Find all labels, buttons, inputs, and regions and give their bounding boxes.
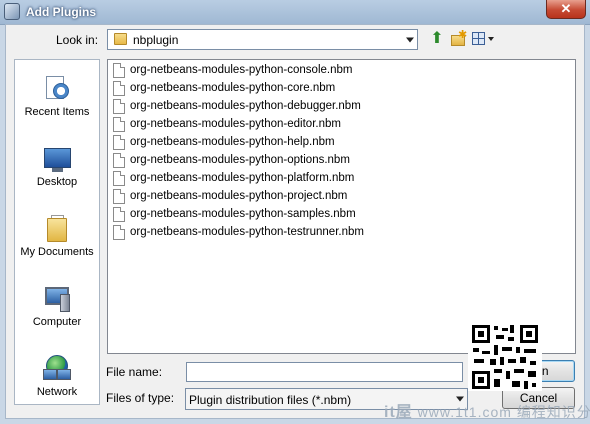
title-bar: Add Plugins ✕ [0, 0, 590, 25]
look-in-value: nbplugin [133, 33, 179, 47]
file-name: org-netbeans-modules-python-core.nbm [130, 82, 336, 94]
file-icon [113, 81, 125, 96]
folder-icon [114, 33, 127, 45]
place-label: Network [36, 386, 78, 398]
list-item[interactable]: org-netbeans-modules-python-console.nbm [111, 62, 411, 79]
file-name: org-netbeans-modules-python-project.nbm [130, 190, 348, 202]
place-my-documents[interactable]: My Documents [15, 210, 99, 270]
list-item[interactable]: org-netbeans-modules-python-samples.nbm [111, 206, 411, 223]
file-icon [113, 63, 125, 78]
desktop-icon [42, 144, 72, 174]
file-icon [113, 207, 125, 222]
file-name: org-netbeans-modules-python-help.nbm [130, 136, 335, 148]
place-label: My Documents [20, 246, 94, 258]
file-icon [113, 225, 125, 240]
list-item[interactable]: org-netbeans-modules-python-help.nbm [111, 134, 411, 151]
places-bar: Recent Items Desktop My Documents Comput… [14, 59, 100, 405]
file-name-input[interactable] [186, 362, 463, 382]
list-item[interactable]: org-netbeans-modules-python-core.nbm [111, 80, 411, 97]
list-item[interactable]: org-netbeans-modules-python-project.nbm [111, 188, 411, 205]
look-in-label: Look in: [56, 33, 99, 47]
close-button[interactable]: ✕ [546, 0, 586, 19]
list-item[interactable]: org-netbeans-modules-python-testrunner.n… [111, 224, 411, 241]
watermark: it屋 www.1t1.com 编程知识分享 [384, 398, 590, 422]
network-icon [42, 354, 72, 384]
place-network[interactable]: Network [15, 350, 99, 410]
file-icon [113, 135, 125, 150]
watermark-text: www.1t1.com [417, 404, 512, 420]
file-icon [113, 117, 125, 132]
qr-code-overlay [468, 323, 542, 391]
place-recent-items[interactable]: Recent Items [15, 70, 99, 130]
recent-items-icon [42, 74, 72, 104]
file-icon [113, 189, 125, 204]
window-title: Add Plugins [26, 5, 96, 19]
file-name-label: File name: [106, 365, 163, 379]
place-label: Recent Items [24, 106, 90, 118]
new-folder-icon[interactable]: ✱ [450, 29, 467, 47]
file-name: org-netbeans-modules-python-debugger.nbm [130, 100, 361, 112]
files-of-type-value: Plugin distribution files (*.nbm) [189, 393, 352, 407]
watermark-prefix: it屋 [384, 404, 413, 421]
look-in-dropdown[interactable]: nbplugin [107, 29, 418, 50]
file-name: org-netbeans-modules-python-console.nbm [130, 64, 353, 76]
file-name: org-netbeans-modules-python-editor.nbm [130, 118, 341, 130]
file-name: org-netbeans-modules-python-platform.nbm [130, 172, 355, 184]
my-documents-icon [42, 214, 72, 244]
up-folder-icon[interactable]: ⬆ [429, 30, 445, 48]
list-item[interactable]: org-netbeans-modules-python-options.nbm [111, 152, 411, 169]
file-name: org-netbeans-modules-python-testrunner.n… [130, 226, 364, 238]
file-icon [113, 99, 125, 114]
file-name: org-netbeans-modules-python-options.nbm [130, 154, 350, 166]
view-menu-icon[interactable] [471, 31, 495, 47]
watermark-site: 编程知识分享 [516, 404, 590, 420]
place-label: Computer [32, 316, 82, 328]
place-label: Desktop [36, 176, 78, 188]
files-of-type-label: Files of type: [106, 391, 175, 405]
place-computer[interactable]: Computer [15, 280, 99, 340]
file-list[interactable]: org-netbeans-modules-python-console.nbm … [107, 59, 576, 354]
list-item[interactable]: org-netbeans-modules-python-debugger.nbm [111, 98, 411, 115]
list-item[interactable]: org-netbeans-modules-python-platform.nbm [111, 170, 411, 187]
qr-code-icon [470, 323, 540, 391]
chevron-down-icon [406, 37, 414, 42]
file-name: org-netbeans-modules-python-samples.nbm [130, 208, 356, 220]
file-icon [113, 171, 125, 186]
app-icon [4, 3, 20, 20]
file-icon [113, 153, 125, 168]
list-item[interactable]: org-netbeans-modules-python-editor.nbm [111, 116, 411, 133]
computer-icon [42, 284, 72, 314]
place-desktop[interactable]: Desktop [15, 140, 99, 200]
